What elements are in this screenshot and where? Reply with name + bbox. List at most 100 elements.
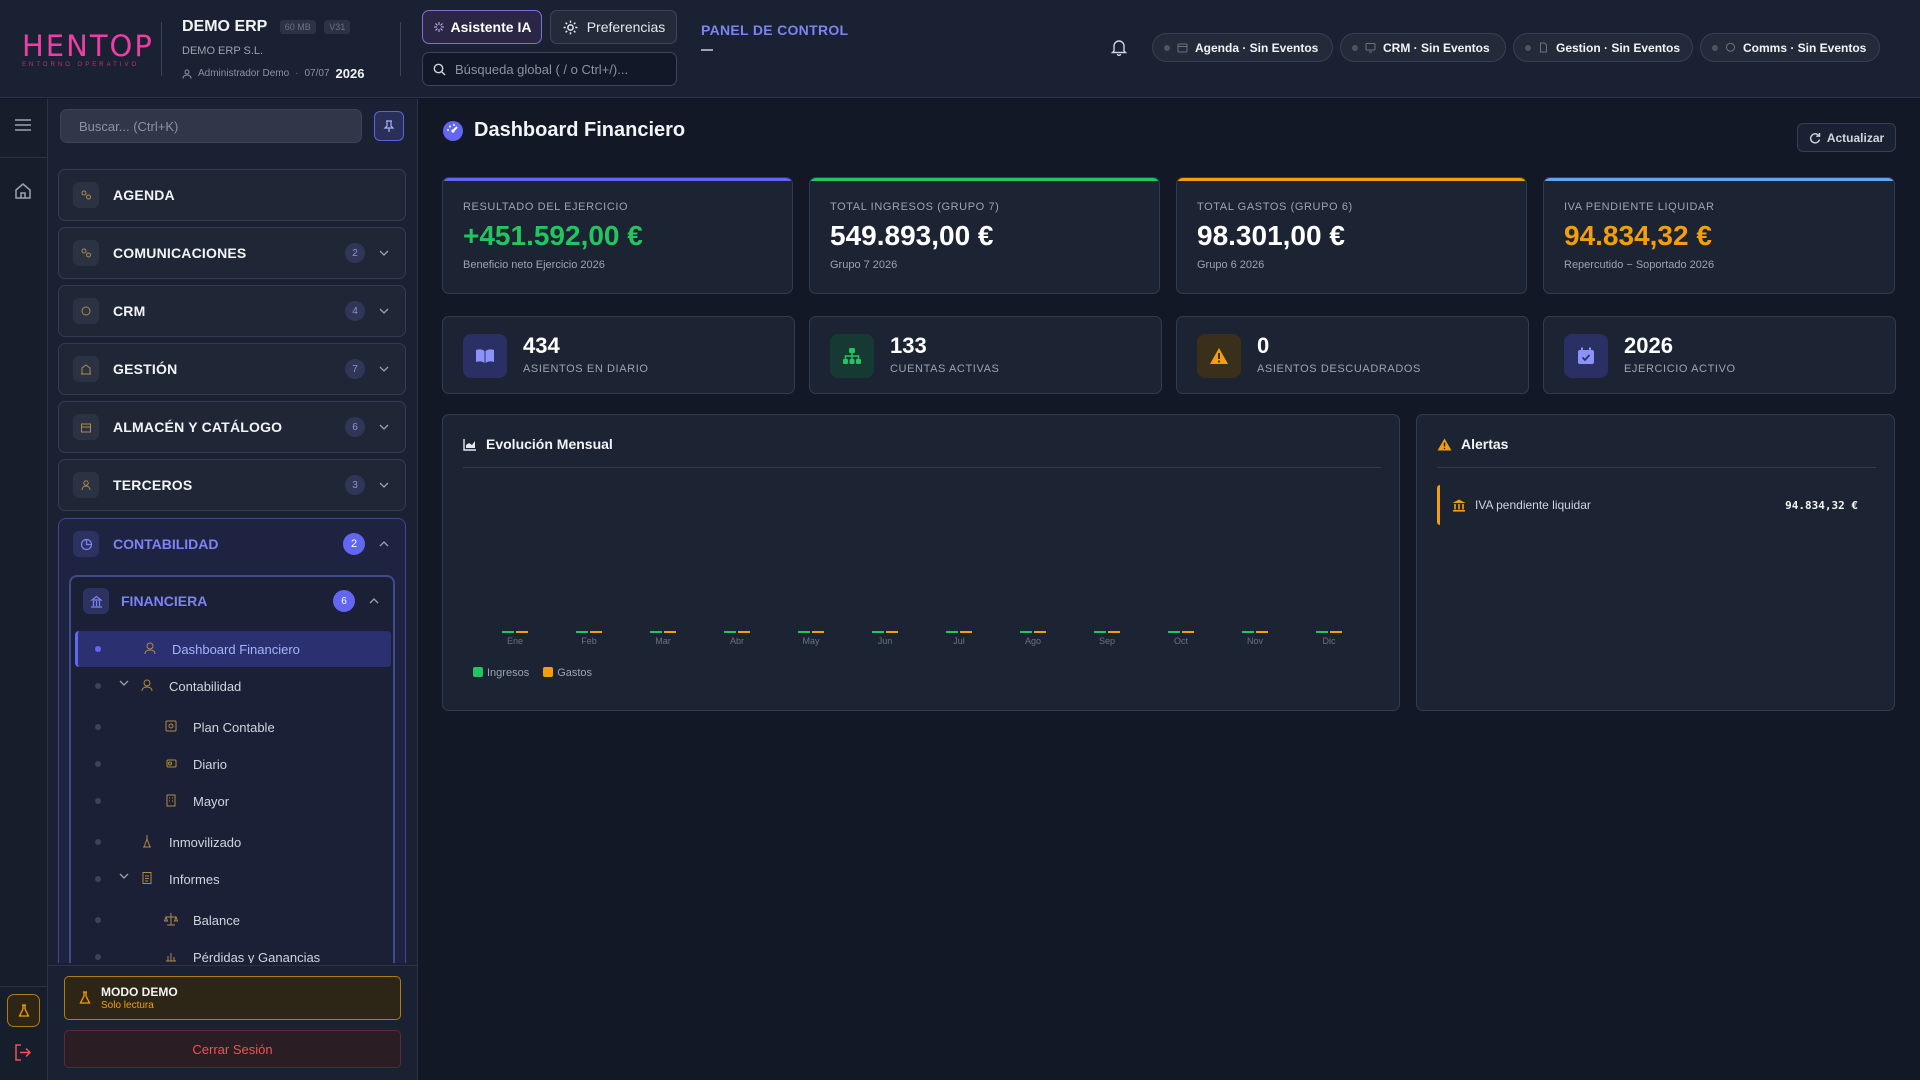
sidebar-search-input[interactable]: [79, 118, 349, 134]
divider: [48, 965, 418, 966]
comms-status-pill[interactable]: Comms · Sin Eventos: [1700, 33, 1880, 62]
crm-status-pill[interactable]: CRM · Sin Eventos: [1340, 33, 1506, 62]
gestion-status-pill[interactable]: Gestion · Sin Eventos: [1513, 33, 1693, 62]
bar-gastos-sep[interactable]: [1108, 631, 1120, 633]
bar-ingresos-mar[interactable]: [650, 631, 662, 633]
preferences-label: Preferencias: [586, 19, 666, 35]
bar-gastos-feb[interactable]: [590, 631, 602, 633]
agenda-status-pill[interactable]: Agenda · Sin Eventos: [1152, 33, 1333, 62]
bar-gastos-nov[interactable]: [1256, 631, 1268, 633]
bar-gastos-jul[interactable]: [960, 631, 972, 633]
bar-gastos-abr[interactable]: [738, 631, 750, 633]
legend-item-ingresos[interactable]: Ingresos: [473, 667, 529, 679]
logout-rail-button[interactable]: [14, 1044, 32, 1061]
bar-gastos-ene[interactable]: [516, 631, 528, 633]
divider: [1437, 467, 1876, 468]
bar-ingresos-jul[interactable]: [946, 631, 958, 633]
alert-item[interactable]: IVA pendiente liquidar 94.834,32 €: [1437, 485, 1870, 525]
bar-gastos-oct[interactable]: [1182, 631, 1194, 633]
chevron-up-icon: [369, 598, 379, 604]
financiera-count-badge: 6: [333, 590, 355, 612]
tree-item-dashboard-financiero[interactable]: Dashboard Financiero: [75, 631, 391, 667]
global-search-input[interactable]: [455, 61, 665, 77]
contabilidad-header[interactable]: CONTABILIDAD 2: [59, 519, 405, 569]
bar-gastos-mar[interactable]: [664, 631, 676, 633]
tree-item-mayor[interactable]: Mayor: [75, 783, 391, 819]
nav-section-almacen[interactable]: ALMACÉN Y CATÁLOGO 6: [58, 401, 406, 453]
bar-gastos-ago[interactable]: [1034, 631, 1046, 633]
tree-bullet: [95, 876, 101, 882]
page-title: Dashboard Financiero: [442, 119, 685, 142]
refresh-label: Actualizar: [1826, 130, 1885, 145]
bar-ingresos-dic[interactable]: [1316, 631, 1328, 633]
panel-title[interactable]: PANEL DE CONTROL: [701, 22, 848, 38]
stat-value: 133: [890, 333, 927, 358]
bar-ingresos-ene[interactable]: [502, 631, 514, 633]
document-icon: [1540, 42, 1547, 53]
bar-gastos-may[interactable]: [812, 631, 824, 633]
tree-item-plan-contable[interactable]: Plan Contable: [75, 709, 391, 745]
tree-item-informes[interactable]: Informes: [75, 861, 391, 897]
legend-swatch: [543, 667, 554, 677]
agenda-section-icon: [73, 182, 99, 208]
notifications-button[interactable]: [1111, 38, 1127, 56]
bar-ingresos-ago[interactable]: [1020, 631, 1032, 633]
kpi-card-iva: IVA PENDIENTE LIQUIDAR 94.834,32 € Reper…: [1543, 177, 1895, 294]
tree-bullet: [95, 917, 101, 923]
bar-ingresos-jun[interactable]: [872, 631, 884, 633]
bar-gastos-dic[interactable]: [1330, 631, 1342, 633]
sidebar-search[interactable]: [60, 109, 362, 143]
refresh-button[interactable]: Actualizar: [1797, 123, 1896, 152]
nav-section-comunicaciones[interactable]: COMUNICACIONES 2: [58, 227, 406, 279]
kpi-label: TOTAL INGRESOS (GRUPO 7): [830, 201, 1000, 213]
demo-mode-banner[interactable]: MODO DEMO Solo lectura: [64, 976, 401, 1020]
legend-swatch: [473, 667, 483, 677]
tree-item-label: Diario: [193, 756, 227, 772]
nav-section-crm[interactable]: CRM 4: [58, 285, 406, 337]
financiera-header[interactable]: FINANCIERA 6: [71, 577, 393, 625]
kpi-label: RESULTADO DEL EJERCICIO: [463, 201, 629, 213]
legend-item-gastos[interactable]: Gastos: [543, 667, 592, 679]
bar-ingresos-nov[interactable]: [1242, 631, 1254, 633]
logout-button[interactable]: Cerrar Sesión: [64, 1030, 401, 1068]
nav-section-agenda[interactable]: AGENDA: [58, 169, 406, 221]
ai-assistant-button[interactable]: Asistente IA: [422, 10, 542, 44]
demo-mode-button[interactable]: [7, 994, 40, 1027]
calculator-icon: [141, 679, 153, 692]
divider: [400, 22, 401, 76]
preferences-button[interactable]: Preferencias: [550, 10, 677, 44]
user-icon: [182, 69, 192, 79]
nav-section-gestion[interactable]: GESTIÓN 7: [58, 343, 406, 395]
bank-icon: [1452, 499, 1466, 512]
status-dot: [1352, 44, 1358, 51]
stat-value: 0: [1257, 333, 1270, 358]
tree-item-balance[interactable]: Balance: [75, 902, 391, 938]
building-icon: [166, 794, 176, 807]
sidebar-pin-button[interactable]: [374, 111, 404, 141]
bank-icon: [83, 588, 109, 614]
stat-card-cuentas: 133 CUENTAS ACTIVAS: [809, 316, 1162, 394]
company-info: DEMO ERP 60 MB V31 DEMO ERP S.L. Adminis…: [182, 18, 364, 81]
bar-ingresos-feb[interactable]: [576, 631, 588, 633]
nav-section-terceros[interactable]: TERCEROS 3: [58, 459, 406, 511]
bar-ingresos-oct[interactable]: [1168, 631, 1180, 633]
menu-toggle-button[interactable]: [14, 118, 32, 132]
home-button[interactable]: [14, 182, 32, 200]
almacen-section-icon: [73, 414, 99, 440]
brand-logo[interactable]: HENTOP ENTORNO OPERATIVO: [22, 32, 152, 69]
tree-item-diario[interactable]: Diario: [75, 746, 391, 782]
comms-status-label: Comms · Sin Eventos: [1743, 40, 1867, 55]
tree-item-label: Balance: [193, 912, 240, 928]
global-search[interactable]: [422, 52, 677, 86]
nav-section-contabilidad: CONTABILIDAD 2 FINANCIERA 6 Dashboard Fi…: [58, 518, 406, 980]
x-tick-label: Feb: [581, 636, 597, 646]
user-name: Administrador Demo: [198, 68, 290, 79]
chevron-down-icon: [379, 366, 389, 372]
bar-ingresos-abr[interactable]: [724, 631, 736, 633]
chevron-down-icon: [379, 250, 389, 256]
bar-ingresos-may[interactable]: [798, 631, 810, 633]
bar-gastos-jun[interactable]: [886, 631, 898, 633]
tree-item-contabilidad[interactable]: Contabilidad: [75, 668, 391, 704]
tree-item-inmovilizado[interactable]: Inmovilizado: [75, 824, 391, 860]
bar-ingresos-sep[interactable]: [1094, 631, 1106, 633]
